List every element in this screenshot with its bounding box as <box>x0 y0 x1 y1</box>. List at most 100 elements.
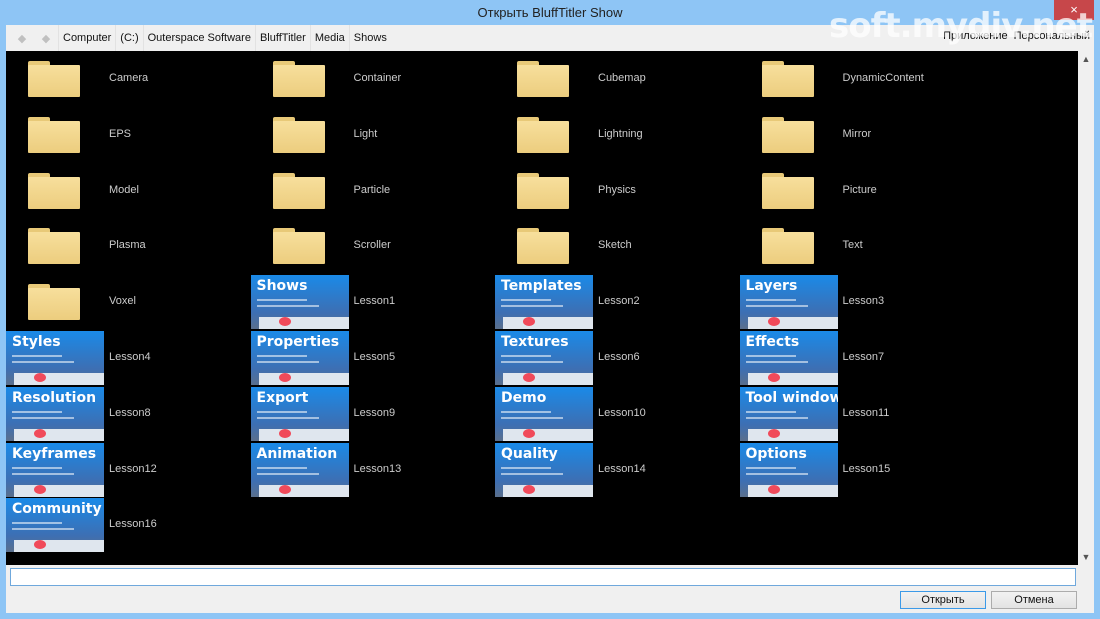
folder-icon <box>28 284 80 321</box>
folder-icon <box>272 61 325 97</box>
show-thumbnail: Styles <box>6 331 104 385</box>
show-thumbnail: Options <box>739 442 838 497</box>
show-file-item[interactable]: Shows Lesson1 <box>250 274 496 330</box>
show-file-item[interactable]: Tool window Lesson11 <box>739 386 985 442</box>
thumbnail-title: Styles <box>12 334 61 350</box>
item-label: Text <box>842 239 863 252</box>
show-file-item[interactable]: Keyframes Lesson12 <box>6 442 251 498</box>
folder-item[interactable]: DynamicContent <box>740 51 985 107</box>
folder-icon <box>28 61 80 97</box>
item-label: Lesson15 <box>842 462 891 475</box>
breadcrumb-item[interactable]: Computer <box>58 25 115 51</box>
folder-icon <box>761 116 814 153</box>
item-label: Light <box>353 127 378 140</box>
folder-item[interactable]: Picture <box>740 163 985 219</box>
show-file-item[interactable]: Export Lesson9 <box>250 386 496 442</box>
folder-item[interactable]: Text <box>740 218 985 274</box>
folder-item[interactable]: Light <box>251 107 496 163</box>
folder-item[interactable]: Container <box>251 51 496 107</box>
close-button[interactable]: × <box>1054 0 1094 20</box>
tab-personal[interactable]: Персональный <box>1014 30 1090 42</box>
show-thumbnail: Community <box>6 498 104 553</box>
folder-item[interactable]: Plasma <box>6 218 251 274</box>
show-file-item[interactable]: Animation Lesson13 <box>250 442 496 498</box>
thumbnail-title: Tool window <box>745 389 838 406</box>
show-thumbnail: Quality <box>495 442 593 497</box>
filename-input[interactable] <box>10 568 1076 586</box>
close-icon: × <box>1070 2 1078 17</box>
thumbnail-title: Templates <box>501 278 582 295</box>
breadcrumb-item[interactable]: Media <box>309 25 349 51</box>
item-label: Lesson6 <box>598 351 640 363</box>
thumbnail-title: Export <box>256 389 309 406</box>
item-label: Particle <box>353 183 391 196</box>
folder-item[interactable]: Sketch <box>495 218 740 274</box>
cancel-button[interactable]: Отмена <box>991 591 1077 609</box>
vertical-scrollbar[interactable]: ▲ ▼ <box>1078 51 1094 565</box>
breadcrumb-item[interactable]: BluffTitler <box>254 25 310 51</box>
folder-icon <box>517 116 569 153</box>
folder-icon <box>517 61 569 97</box>
item-label: Mirror <box>842 127 872 140</box>
thumbnail-title: Effects <box>745 334 800 350</box>
forward-icon[interactable]: ◆ <box>42 32 50 45</box>
item-label: Lesson13 <box>353 462 402 475</box>
folder-item[interactable]: Model <box>6 163 251 219</box>
folder-item[interactable]: Voxel <box>6 274 251 330</box>
show-file-item[interactable]: Effects Lesson7 <box>739 330 985 386</box>
item-label: Lesson16 <box>109 518 157 531</box>
item-label: Lesson5 <box>353 351 396 363</box>
show-thumbnail: Animation <box>250 442 349 497</box>
item-label: Model <box>109 183 139 196</box>
breadcrumb-item[interactable]: (C:) <box>115 25 142 51</box>
item-label: Physics <box>598 183 636 196</box>
show-file-item[interactable]: Quality Lesson14 <box>495 442 740 498</box>
toolbar: ◆ ◆ Computer (C:) Outerspace Software Bluff… <box>6 25 1094 51</box>
breadcrumb-item[interactable]: Shows <box>348 25 391 51</box>
show-file-item[interactable]: Resolution Lesson8 <box>6 386 251 442</box>
folder-icon <box>28 228 80 265</box>
breadcrumb-item[interactable]: Outerspace Software <box>142 25 255 51</box>
folder-item[interactable]: Camera <box>6 51 251 107</box>
item-label: Lesson4 <box>109 351 151 363</box>
show-file-item[interactable]: Textures Lesson6 <box>495 330 740 386</box>
show-file-item[interactable]: Options Lesson15 <box>739 442 985 498</box>
show-thumbnail: Shows <box>250 275 349 330</box>
back-icon[interactable]: ◆ <box>18 32 26 45</box>
thumbnail-title: Community <box>12 501 102 518</box>
item-label: EPS <box>109 127 132 140</box>
thumbnail-title: Quality <box>501 445 558 462</box>
folder-item[interactable]: Particle <box>251 163 496 219</box>
item-label: Lesson2 <box>598 295 640 308</box>
item-label: Lesson10 <box>598 406 646 419</box>
folder-icon <box>761 228 814 265</box>
show-file-item[interactable]: Styles Lesson4 <box>6 330 251 386</box>
item-label: Plasma <box>109 239 146 252</box>
folder-item[interactable]: Scroller <box>251 218 496 274</box>
scroll-down-icon[interactable]: ▼ <box>1078 549 1094 565</box>
item-label: DynamicContent <box>842 72 924 84</box>
open-button[interactable]: Открыть <box>900 591 986 609</box>
folder-icon <box>761 61 814 97</box>
thumbnail-title: Shows <box>256 278 308 295</box>
window-title: Открыть BluffTitler Show <box>477 5 623 20</box>
folder-item[interactable]: Cubemap <box>495 51 740 107</box>
show-file-item[interactable]: Templates Lesson2 <box>495 274 740 330</box>
folder-item[interactable]: Physics <box>495 163 740 219</box>
tab-application[interactable]: Приложение <box>943 30 1008 42</box>
folder-item[interactable]: Lightning <box>495 107 740 163</box>
scroll-up-icon[interactable]: ▲ <box>1078 51 1094 67</box>
folder-icon <box>517 172 569 209</box>
show-file-item[interactable]: Demo Lesson10 <box>495 386 740 442</box>
show-file-item[interactable]: Layers Lesson3 <box>739 274 985 330</box>
show-file-item[interactable]: Community Lesson16 <box>6 497 251 553</box>
folder-icon <box>272 172 325 209</box>
folder-item[interactable]: Mirror <box>740 107 985 163</box>
thumbnail-title: Keyframes <box>12 445 97 462</box>
show-file-item[interactable]: Properties Lesson5 <box>250 330 496 386</box>
folder-item[interactable]: EPS <box>6 107 251 163</box>
item-label: Scroller <box>353 239 391 252</box>
breadcrumb: Computer (C:) Outerspace Software BluffTitl… <box>58 25 391 51</box>
file-grid: Camera Container Cubemap DynamicContent EPS L… <box>6 51 1078 565</box>
thumbnail-title: Resolution <box>12 389 97 406</box>
